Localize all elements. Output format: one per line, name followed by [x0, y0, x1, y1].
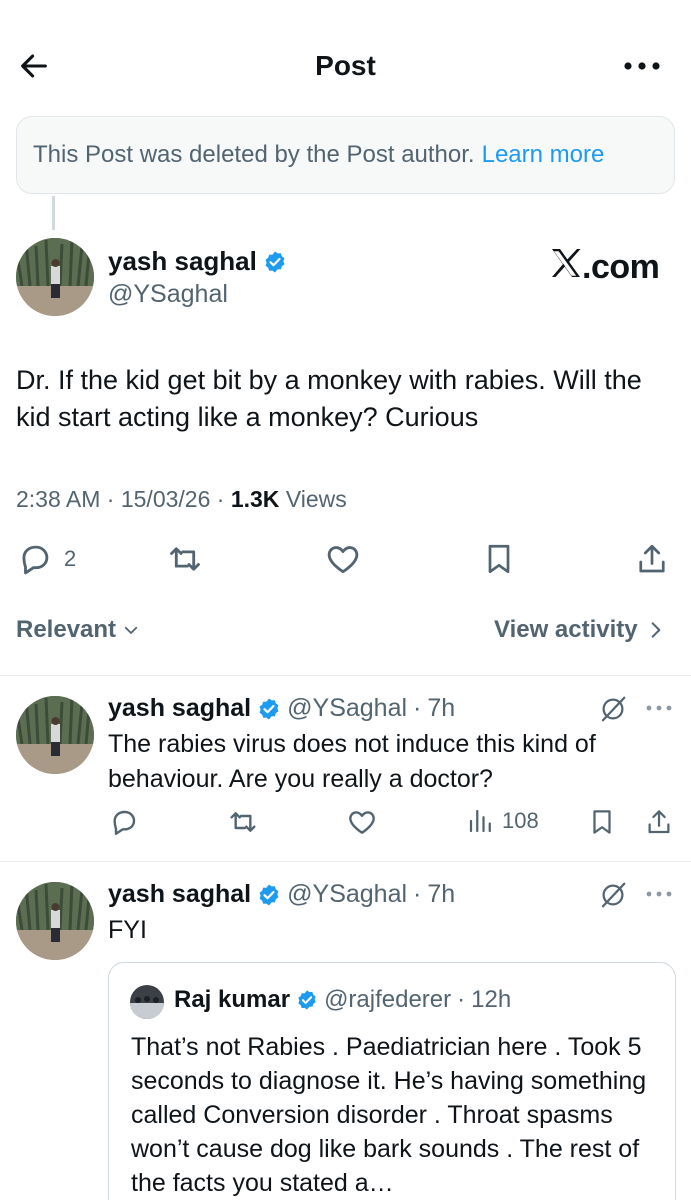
author-handle[interactable]: @YSaghal [108, 280, 228, 309]
grok-logo-icon [601, 882, 626, 908]
chevron-down-icon [124, 626, 138, 634]
more-dots-icon [624, 62, 660, 70]
more-options-button[interactable] [645, 884, 675, 904]
reply-button[interactable] [108, 806, 140, 838]
share-button[interactable] [644, 806, 674, 838]
quoted-author-name: Raj kumar [174, 986, 291, 1013]
page-title: Post [315, 50, 376, 81]
deleted-message: This Post was deleted by the Post author… [33, 141, 475, 168]
verified-badge-icon [259, 698, 279, 719]
more-dots-icon [646, 705, 672, 711]
post-time[interactable]: 2:38 AM [16, 486, 100, 512]
x-logo-icon [550, 248, 582, 278]
grok-icon[interactable] [598, 694, 628, 724]
bookmark-icon [488, 544, 510, 574]
profile-photo-icon [16, 238, 94, 316]
quoted-age: 12h [471, 986, 512, 1013]
chevron-right-icon [651, 622, 660, 638]
verified-badge-icon [298, 990, 316, 1010]
reply-count: 2 [64, 546, 77, 571]
repost-icon [170, 547, 200, 571]
post-date[interactable]: 15/03/26 [121, 486, 211, 512]
divider [0, 861, 691, 862]
share-icon [639, 544, 665, 573]
post-metadata: 2:38 AM · 15/03/26 · 1.3K Views [16, 486, 347, 512]
learn-more-link[interactable]: Learn more [482, 141, 605, 169]
views-count: 108 [502, 808, 539, 833]
post-text: Dr. If the kid get bit by a monkey with … [16, 365, 642, 432]
avatar[interactable] [16, 882, 94, 960]
quoted-avatar [130, 985, 164, 1019]
quoted-post-text: That’s not Rabies . Paediatrician here .… [131, 1033, 647, 1197]
watermark-domain: .com [582, 248, 660, 286]
reply-button[interactable]: 2 [16, 540, 76, 578]
author-name: yash saghal [108, 246, 257, 276]
reply-author-name[interactable]: yash saghal [108, 880, 251, 909]
views-button[interactable]: 108 [468, 806, 539, 836]
bookmark-icon [593, 810, 611, 834]
view-activity-link[interactable]: View activity [494, 616, 664, 644]
back-arrow-icon [21, 54, 47, 78]
avatar[interactable] [16, 696, 94, 774]
x-letter-logo-icon [552, 249, 581, 277]
verified-badge-icon [265, 251, 285, 272]
repost-button[interactable] [226, 806, 260, 838]
share-button[interactable] [634, 540, 670, 578]
reply-author-handle[interactable]: @YSaghal [287, 694, 407, 723]
views-label: Views [285, 486, 347, 512]
sort-label: Relevant [16, 616, 117, 643]
sort-relevant-dropdown[interactable]: Relevant [16, 616, 140, 644]
share-icon [648, 810, 670, 834]
reply-text: The rabies virus does not induce this ki… [108, 730, 596, 793]
author-name-row[interactable]: yash saghal [108, 246, 287, 277]
back-button[interactable] [14, 46, 54, 86]
like-button[interactable] [346, 806, 378, 838]
like-button[interactable] [324, 540, 362, 578]
quoted-post-header: Raj kumar @rajfederer · 12h [174, 986, 512, 1013]
bookmark-button[interactable] [587, 806, 617, 838]
reply-author-name[interactable]: yash saghal [108, 694, 251, 723]
reply-header: yash saghal @YSaghal · 7h [108, 880, 456, 909]
avatar[interactable] [16, 238, 94, 316]
views-chart-icon [469, 809, 491, 833]
profile-photo-icon [16, 696, 94, 774]
divider [0, 675, 691, 676]
grok-icon[interactable] [598, 880, 628, 910]
x-com-watermark: .com [550, 248, 660, 287]
more-options-button[interactable] [645, 698, 675, 718]
reply-icon [113, 810, 136, 835]
views-count: 1.3K [230, 486, 280, 512]
reply-text: FYI [108, 916, 147, 944]
quoted-author-handle: @rajfederer [324, 986, 452, 1013]
reply-age[interactable]: 7h [427, 880, 455, 909]
reply-header: yash saghal @YSaghal · 7h [108, 694, 456, 723]
reply-icon [22, 545, 49, 575]
heart-icon [327, 546, 359, 574]
view-activity-label: View activity [494, 616, 638, 643]
heart-icon [349, 811, 375, 834]
more-dots-icon [646, 891, 672, 897]
deleted-post-banner: This Post was deleted by the Post author… [16, 116, 675, 194]
bookmark-button[interactable] [481, 540, 517, 578]
profile-photo-icon [16, 882, 94, 960]
more-options-button[interactable] [616, 46, 668, 86]
repost-button[interactable] [165, 540, 205, 578]
profile-photo-icon [130, 985, 164, 1019]
repost-icon [230, 812, 256, 832]
reply-author-handle[interactable]: @YSaghal [287, 880, 407, 909]
grok-logo-icon [601, 696, 626, 722]
verified-badge-icon [259, 884, 279, 905]
thread-connector-line [52, 196, 55, 230]
reply-age[interactable]: 7h [427, 694, 455, 723]
